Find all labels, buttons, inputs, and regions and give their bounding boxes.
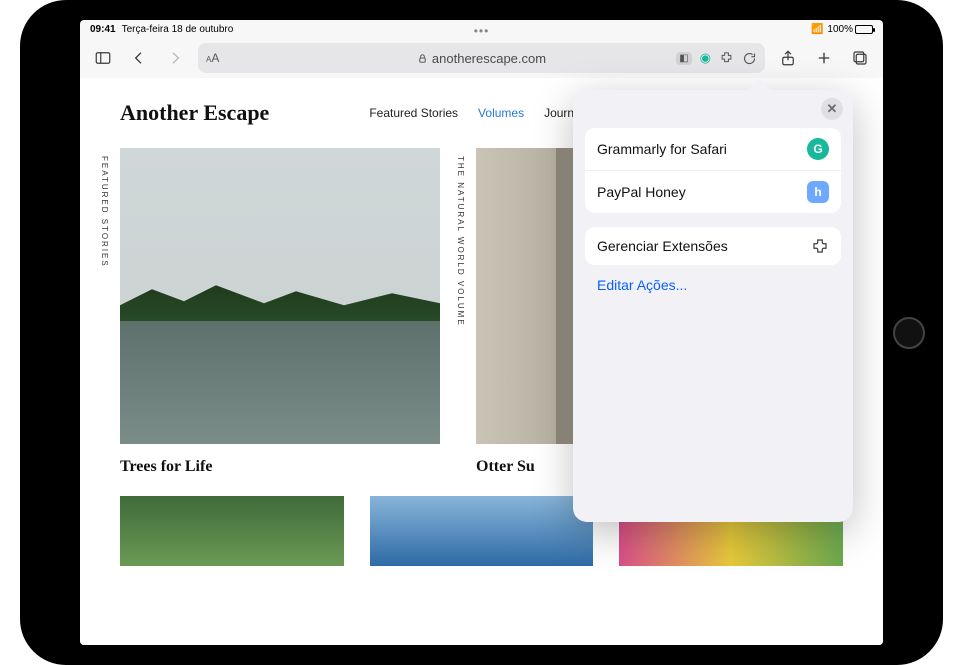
edit-actions-link[interactable]: Editar Ações... xyxy=(585,277,841,293)
extension-item-honey[interactable]: PayPal Honey h xyxy=(585,171,841,213)
thumbnail[interactable] xyxy=(370,496,594,566)
sidelabel-featured: FEATURED STORIES xyxy=(100,156,109,268)
lock-icon xyxy=(417,53,428,64)
status-date: Terça-feira 18 de outubro xyxy=(122,24,234,35)
multitasking-dots-icon[interactable]: ••• xyxy=(474,24,490,38)
site-nav: Featured Stories Volumes Journal xyxy=(369,106,583,120)
screen: ••• 09:41 Terça-feira 18 de outubro 100% xyxy=(80,20,883,645)
extension-label: PayPal Honey xyxy=(597,184,686,200)
battery-percent: 100% xyxy=(827,24,853,35)
nav-volumes[interactable]: Volumes xyxy=(478,106,524,120)
manage-extensions-item[interactable]: Gerenciar Extensões xyxy=(585,227,841,265)
address-bar-url: anotherescape.com xyxy=(432,51,546,66)
sidebar-icon[interactable] xyxy=(90,45,116,71)
extension-label: Grammarly for Safari xyxy=(597,141,727,157)
address-bar[interactable]: AA anotherescape.com ◧ ◉ xyxy=(198,43,765,73)
status-right: 100% xyxy=(811,24,873,35)
manage-extensions-group: Gerenciar Extensões xyxy=(585,227,841,265)
forward-icon xyxy=(162,45,188,71)
extensions-popover: ✕ Grammarly for Safari G PayPal Honey h … xyxy=(573,90,853,522)
text-size-icon[interactable]: AA xyxy=(206,51,219,65)
reload-icon[interactable] xyxy=(742,51,757,66)
battery-indicator: 100% xyxy=(827,24,873,35)
new-tab-icon[interactable] xyxy=(811,45,837,71)
back-icon[interactable] xyxy=(126,45,152,71)
reader-icon[interactable]: ◧ xyxy=(676,52,691,65)
story-card[interactable]: FEATURED STORIES Trees for Life xyxy=(120,148,440,476)
ipad-device-frame: ••• 09:41 Terça-feira 18 de outubro 100% xyxy=(20,0,943,665)
close-icon[interactable]: ✕ xyxy=(821,98,843,120)
home-button[interactable] xyxy=(893,317,925,349)
site-logo[interactable]: Another Escape xyxy=(120,100,269,126)
honey-icon: h xyxy=(807,181,829,203)
sidelabel-natural: THE NATURAL WORLD VOLUME xyxy=(456,156,465,327)
wifi-icon xyxy=(811,24,823,35)
manage-extensions-label: Gerenciar Extensões xyxy=(597,238,728,254)
share-icon[interactable] xyxy=(775,45,801,71)
safari-toolbar: AA anotherescape.com ◧ ◉ xyxy=(80,38,883,78)
extension-item-grammarly[interactable]: Grammarly for Safari G xyxy=(585,128,841,171)
nav-featured[interactable]: Featured Stories xyxy=(369,106,458,120)
tabs-overview-icon[interactable] xyxy=(847,45,873,71)
thumbnail[interactable] xyxy=(120,496,344,566)
extensions-list: Grammarly for Safari G PayPal Honey h xyxy=(585,128,841,213)
story-image xyxy=(120,148,440,444)
story-title: Trees for Life xyxy=(120,458,440,476)
status-left: 09:41 Terça-feira 18 de outubro xyxy=(90,24,233,35)
clock: 09:41 xyxy=(90,24,116,35)
puzzle-icon xyxy=(811,237,829,255)
grammarly-mini-icon[interactable]: ◉ xyxy=(700,50,711,66)
status-bar: ••• 09:41 Terça-feira 18 de outubro 100% xyxy=(80,20,883,38)
extensions-icon[interactable] xyxy=(719,51,734,66)
grammarly-icon: G xyxy=(807,138,829,160)
